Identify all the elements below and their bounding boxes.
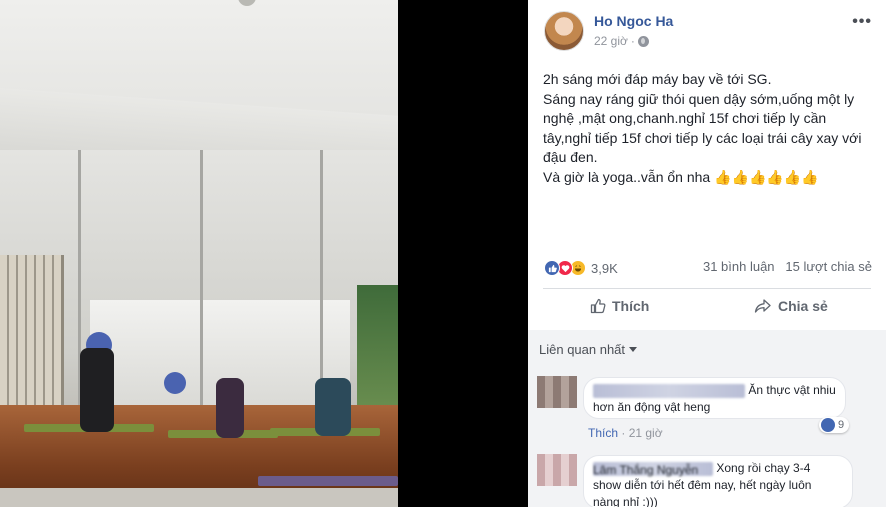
author-avatar[interactable] [544,11,584,51]
comment-bubble: Lâm Thắng Nguyễn Xong rồi chạy 3-4 show … [583,455,853,507]
like-icon [590,298,606,314]
like-reaction-icon [821,418,835,432]
post-text-line: 2h sáng mới đáp máy bay về tới SG. [543,71,772,87]
post-panel: Ho Ngoc Ha 22 giờ · ••• 2h sáng mới đáp … [528,0,886,507]
engagement-counts: 31 bình luận 15 lượt chia sẻ [703,259,872,274]
comment-sort-dropdown[interactable]: Liên quan nhất [539,342,638,357]
post-text-line: Và giờ là yoga..vẫn ổn nha 👍👍👍👍👍👍 [543,168,819,185]
like-reaction-icon [544,260,560,276]
reaction-count: 3,9K [591,260,618,276]
comment-like-link[interactable]: Thích [588,426,618,440]
post-time[interactable]: 22 giờ [594,34,628,48]
more-icon[interactable]: ••• [852,13,872,31]
like-button-label: Thích [612,298,650,314]
comment-text-line: show diễn tới hết đêm nay, hết ngày luôn [593,478,812,492]
commenter-avatar[interactable] [537,376,577,408]
like-button[interactable]: Thích [590,298,649,314]
post-text-line: tây,nghỉ tiếp 15f chơi tiếp ly các loại … [543,129,862,146]
caret-down-icon [629,347,638,352]
reaction-summary[interactable]: 3,9K [544,258,618,278]
comment-text-line: Xong rồi chạy 3-4 [716,461,811,475]
commenter-name[interactable] [593,383,745,398]
divider [543,288,871,289]
comment-text-line: Ăn thực vật nhiu [748,383,836,397]
post-text-line: nghệ ,mật ong,chanh.nghỉ 15f chơi tiếp l… [543,110,827,126]
post-text-line: đậu đen. [543,149,598,165]
post-photo[interactable] [0,0,398,507]
author-name[interactable]: Ho Ngoc Ha [594,13,673,29]
globe-icon [637,35,649,47]
photo-viewer: Ho Ngoc Ha 22 giờ · ••• 2h sáng mới đáp … [0,0,886,507]
person-figure [315,378,351,436]
share-button-label: Chia sẻ [778,298,828,314]
commenter-avatar[interactable] [537,454,577,486]
post-text: 2h sáng mới đáp máy bay về tới SG. Sáng … [543,70,873,187]
person-figure [80,348,114,432]
comments-section: Liên quan nhất Ăn thực vật nhiu hơn ăn đ… [528,330,886,507]
share-icon [754,299,771,313]
comment-bubble: Ăn thực vật nhiu hơn ăn động vật heng [583,377,846,419]
comment-sort-label: Liên quan nhất [539,342,626,357]
comment-text-line: nàng nhỉ :))) [593,495,658,507]
comment-meta: Thích · 21 giờ [588,426,663,440]
post-meta: 22 giờ · [594,34,649,48]
comment-time[interactable]: 21 giờ [629,426,663,440]
comment-reactions[interactable]: 9 [819,417,850,433]
comment-text-line: hơn ăn động vật heng [593,400,711,414]
comments-count[interactable]: 31 bình luận [703,259,775,274]
post-text-line: Sáng nay ráng giữ thói quen dậy sớm,uống… [543,90,855,107]
shares-count[interactable]: 15 lượt chia sẻ [785,259,872,274]
commenter-name[interactable]: Lâm Thắng Nguyễn [593,461,713,477]
share-button[interactable]: Chia sẻ [754,298,828,314]
person-figure [216,378,244,438]
